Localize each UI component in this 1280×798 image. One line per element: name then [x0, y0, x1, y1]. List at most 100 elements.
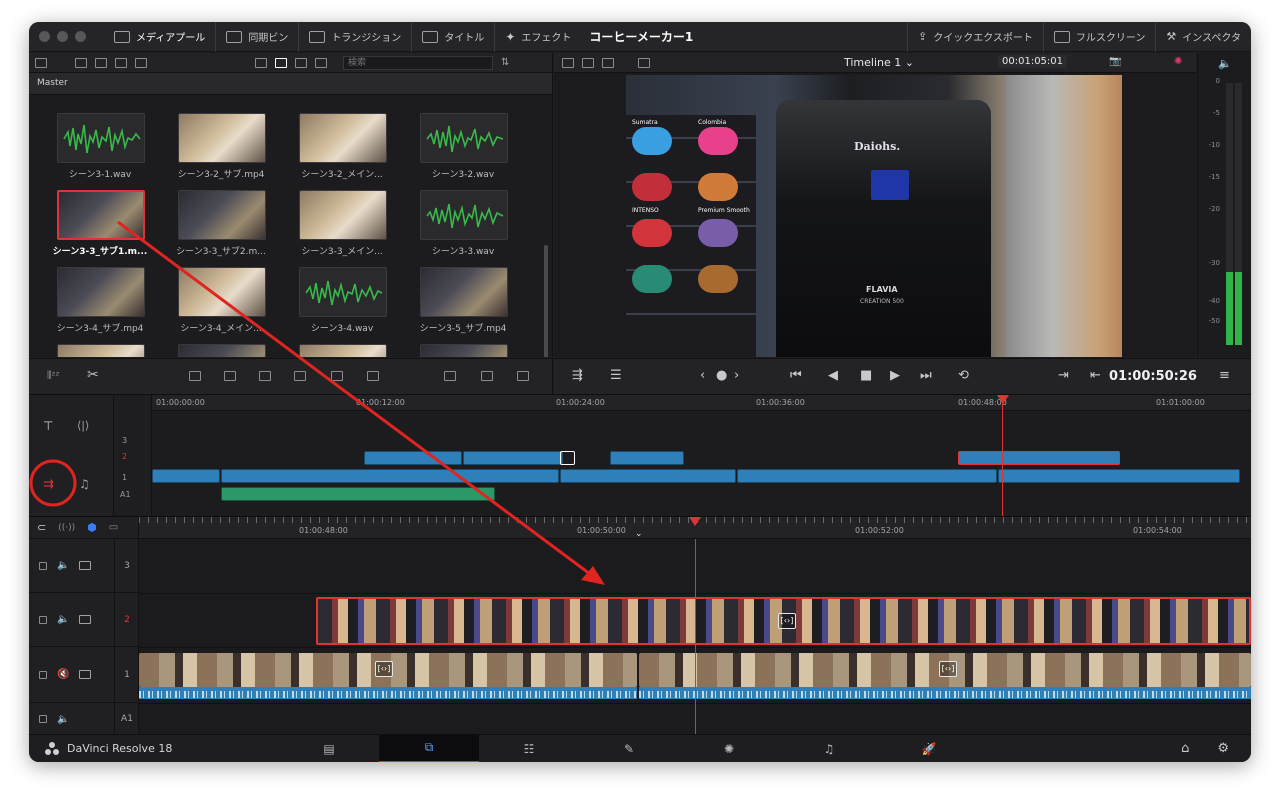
- media-pool-toggle[interactable]: メディアプール: [104, 22, 217, 52]
- media-pool-scrollbar[interactable]: [544, 245, 548, 357]
- lock-icon[interactable]: [39, 615, 47, 624]
- split-clip-icon[interactable]: [444, 371, 456, 381]
- monitor-icon[interactable]: [79, 615, 92, 624]
- timeline-clip-selected[interactable]: [958, 451, 1120, 465]
- timeline-view-icon[interactable]: [602, 57, 614, 68]
- monitor-icon[interactable]: [79, 670, 92, 679]
- media-clip[interactable]: [45, 344, 155, 357]
- loop-icon[interactable]: ⟲: [958, 368, 969, 383]
- minimize-window-button[interactable]: [57, 31, 68, 42]
- lock-icon[interactable]: [39, 715, 47, 723]
- zoom-fit-icon[interactable]: ▭: [109, 522, 118, 533]
- clip-fx-marker[interactable]: [‹›]: [778, 613, 796, 629]
- clip-transport-icon[interactable]: ⇶: [572, 368, 583, 383]
- muted-speaker-icon[interactable]: 🔇: [57, 669, 69, 680]
- detail-playhead-handle[interactable]: [689, 517, 701, 526]
- inspector-button[interactable]: ⚒ インスペクタ: [1156, 22, 1251, 52]
- close-window-button[interactable]: [39, 31, 50, 42]
- close-up-icon[interactable]: [294, 371, 306, 381]
- media-clip[interactable]: シーン3-3_メイン...: [287, 190, 397, 260]
- timeline-clip[interactable]: [560, 469, 736, 483]
- timeline-clip[interactable]: [463, 451, 563, 465]
- upper-playhead-handle[interactable]: [997, 395, 1009, 404]
- media-clip[interactable]: [166, 344, 276, 357]
- speaker-icon[interactable]: 🔈: [57, 614, 69, 625]
- clip-fx-marker[interactable]: [‹›]: [375, 661, 393, 677]
- title-toggle[interactable]: タイトル: [412, 22, 496, 52]
- dissolve-icon[interactable]: [481, 371, 493, 381]
- media-clip[interactable]: シーン3-2_メイン...: [287, 113, 397, 183]
- link-icon[interactable]: [135, 57, 147, 68]
- viewer-camera-icon[interactable]: 📷: [1109, 56, 1121, 67]
- play-reverse-icon[interactable]: ◀: [828, 368, 838, 383]
- media-clip-selected[interactable]: シーン3-3_サブ1.m...: [45, 190, 155, 260]
- import-media-icon[interactable]: [75, 57, 87, 68]
- transition-toggle[interactable]: トランジション: [299, 22, 413, 52]
- ripple-overwrite-icon[interactable]: [259, 371, 271, 381]
- smart-insert-icon[interactable]: [189, 371, 201, 381]
- timeline-clip[interactable]: [998, 469, 1240, 483]
- media-clip[interactable]: シーン3-4_サブ.mp4: [45, 267, 155, 337]
- media-clip[interactable]: シーン3-2.wav: [408, 113, 518, 183]
- safe-area-icon[interactable]: [562, 57, 574, 68]
- upper-timeline-tracks[interactable]: [152, 395, 1251, 517]
- timeline-clip[interactable]: [221, 469, 559, 483]
- scissors-icon[interactable]: ✂: [87, 367, 99, 383]
- trim-split-icon[interactable]: ⟨|⟩: [77, 419, 89, 432]
- detail-playhead[interactable]: [695, 539, 696, 735]
- timeline-clip[interactable]: [737, 469, 997, 483]
- deliver-page-tab[interactable]: 🚀: [879, 735, 979, 763]
- lock-icon[interactable]: [39, 670, 47, 679]
- media-clip[interactable]: シーン3-3_サブ2.m...: [166, 190, 276, 260]
- fusion-page-tab[interactable]: ✎: [579, 735, 679, 763]
- menu-icon[interactable]: ≡: [1219, 368, 1230, 383]
- video-clip-v1[interactable]: [‹›]: [639, 653, 1251, 687]
- source-overwrite-icon[interactable]: [367, 371, 379, 381]
- detail-timeline-tracks[interactable]: [‹›] [‹›] [‹›]: [139, 539, 1251, 735]
- mark-in-icon[interactable]: ⇥: [1058, 368, 1069, 383]
- marker-flag-icon[interactable]: ⬢: [87, 521, 97, 534]
- linked-audio-clip[interactable]: [639, 687, 1251, 699]
- video-clip-v2-selected[interactable]: [‹›]: [316, 597, 1251, 645]
- thumbnail-view-icon[interactable]: [275, 57, 287, 68]
- media-clip[interactable]: シーン3-2_サブ.mp4: [166, 113, 276, 183]
- gear-icon[interactable]: ⚙: [1217, 741, 1229, 756]
- video-preview[interactable]: Sumatra Colombia INTENSO Premium Smooth …: [626, 75, 1122, 357]
- track-destination-icon[interactable]: ⇉: [43, 477, 54, 492]
- cut-page-tab[interactable]: ⧉: [379, 734, 479, 762]
- go-to-end-icon[interactable]: ⏭: [920, 368, 932, 383]
- linked-audio-clip[interactable]: [139, 687, 637, 699]
- upper-playhead[interactable]: [1002, 395, 1003, 517]
- go-to-start-icon[interactable]: ⏮: [790, 368, 802, 383]
- quick-export-button[interactable]: ⇪ クイックエクスポート: [907, 22, 1044, 52]
- append-icon[interactable]: [224, 371, 236, 381]
- audio-scrub-icon[interactable]: ((·)): [58, 523, 75, 533]
- import-folder-icon[interactable]: [95, 57, 107, 68]
- lock-icon[interactable]: [39, 561, 47, 570]
- video-clip-v1[interactable]: [‹›]: [139, 653, 637, 687]
- jog-right-icon[interactable]: ›: [734, 368, 739, 383]
- stop-icon[interactable]: ■: [860, 368, 872, 383]
- media-clip[interactable]: シーン3-4_メイン...: [166, 267, 276, 337]
- upper-timeline-ruler[interactable]: 01:00:00:00 01:00:12:00 01:00:24:00 01:0…: [152, 395, 1251, 411]
- clip-fx-marker[interactable]: [‹›]: [939, 661, 957, 677]
- speaker-icon[interactable]: 🔈: [57, 560, 69, 571]
- play-icon[interactable]: ▶: [890, 368, 900, 383]
- audio-track-icon[interactable]: ♫: [79, 477, 90, 491]
- timeline-clip[interactable]: [364, 451, 462, 465]
- media-clip[interactable]: シーン3-4.wav: [287, 267, 397, 337]
- list-view-icon[interactable]: [315, 57, 327, 68]
- settings-sliders-icon[interactable]: ☰: [610, 368, 622, 383]
- media-clip[interactable]: [287, 344, 397, 357]
- chevron-down-icon[interactable]: ⌄: [635, 529, 643, 539]
- source-tape-icon[interactable]: [582, 57, 594, 68]
- audio-clip[interactable]: [221, 487, 495, 501]
- color-page-tab[interactable]: ✺: [679, 735, 779, 763]
- sort-icon[interactable]: ⇅: [501, 57, 509, 68]
- media-search-input[interactable]: [343, 55, 493, 70]
- sync-bin-toggle[interactable]: 同期ビン: [216, 22, 300, 52]
- snapping-magnet-icon[interactable]: ⊂: [37, 521, 46, 534]
- timeline-selector[interactable]: Timeline 1 ⌄: [844, 56, 914, 69]
- media-clip[interactable]: シーン3-5_サブ.mp4: [408, 267, 518, 337]
- media-clip[interactable]: シーン3-1.wav: [45, 113, 155, 183]
